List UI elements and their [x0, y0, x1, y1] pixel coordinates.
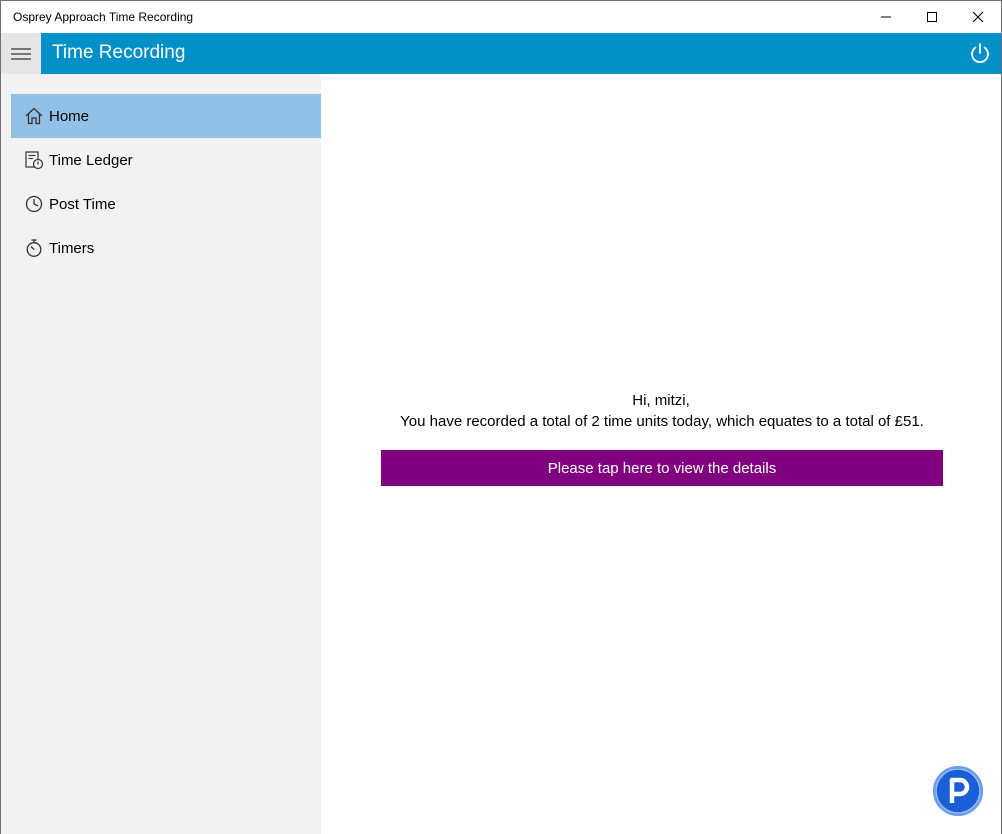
ledger-icon: [23, 149, 45, 171]
sidebar-item-label: Home: [49, 107, 90, 125]
sidebar-item-post-time[interactable]: Post Time: [11, 182, 321, 226]
app-window: Osprey Approach Time Recording Time Reco…: [0, 0, 1002, 834]
power-icon: [971, 43, 989, 64]
close-button[interactable]: [955, 1, 1001, 33]
main-content: Hi, mitzi, You have recorded a total of …: [321, 74, 1001, 834]
sidebar-item-label: Time Ledger: [49, 151, 133, 169]
menu-button[interactable]: [1, 33, 41, 74]
sidebar-item-label: Post Time: [49, 195, 116, 213]
app-title: Time Recording: [52, 42, 186, 63]
maximize-icon: [927, 12, 937, 22]
app-header: Time Recording: [1, 33, 1001, 74]
window-title: Osprey Approach Time Recording: [13, 10, 194, 24]
summary-text: You have recorded a total of 2 time unit…: [400, 413, 924, 430]
maximize-button[interactable]: [909, 1, 955, 33]
sidebar: Home Time Ledger Post Time Timers: [1, 74, 321, 834]
view-details-button[interactable]: Please tap here to view the details: [381, 450, 943, 486]
clock-icon: [23, 193, 45, 215]
sidebar-item-label: Timers: [49, 239, 95, 257]
p-logo-icon: [935, 768, 981, 814]
sidebar-item-timers[interactable]: Timers: [11, 226, 321, 270]
close-icon: [972, 11, 984, 23]
stopwatch-icon: [23, 237, 45, 259]
hamburger-icon: [11, 47, 31, 60]
sidebar-item-home[interactable]: Home: [11, 94, 321, 138]
title-bar: Osprey Approach Time Recording: [1, 1, 1001, 33]
p-logo-badge[interactable]: [933, 766, 983, 816]
minimize-icon: [881, 16, 891, 18]
minimize-button[interactable]: [863, 1, 909, 33]
home-icon: [23, 105, 45, 127]
sidebar-item-time-ledger[interactable]: Time Ledger: [11, 138, 321, 182]
greeting-text: Hi, mitzi,: [632, 392, 690, 409]
power-button[interactable]: [969, 42, 991, 64]
